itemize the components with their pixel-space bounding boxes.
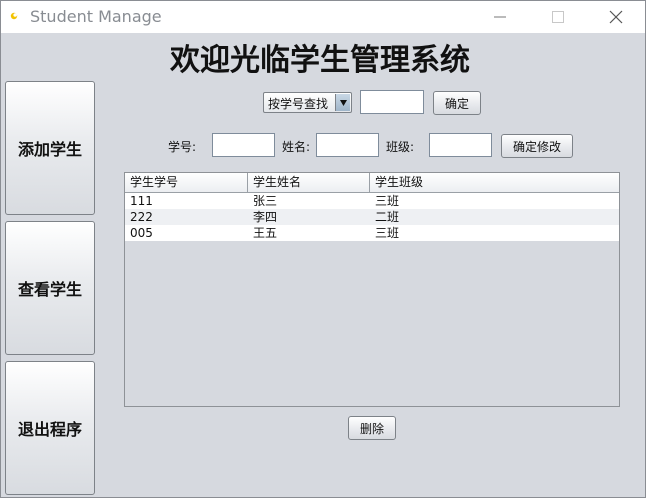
cell-student-name: 张三 bbox=[253, 194, 278, 208]
column-header-class[interactable]: 学生班级 bbox=[370, 173, 619, 193]
cell-student-id: 005 bbox=[130, 226, 153, 240]
search-mode-value: 按学号查找 bbox=[268, 97, 329, 111]
student-id-label: 学号: bbox=[168, 140, 197, 154]
student-table[interactable]: 学生学号 学生姓名 学生班级 111 张三 三班 222 李四 二班 005 王… bbox=[124, 172, 620, 407]
cell-student-class: 三班 bbox=[375, 194, 400, 208]
search-mode-select[interactable]: 按学号查找 bbox=[263, 92, 352, 113]
table-row[interactable]: 005 王五 三班 bbox=[125, 225, 619, 241]
cell-student-class: 二班 bbox=[375, 210, 400, 224]
search-input[interactable] bbox=[360, 90, 424, 114]
cell-student-id: 111 bbox=[130, 194, 153, 208]
student-class-label: 班级: bbox=[386, 140, 415, 154]
close-button[interactable] bbox=[587, 1, 645, 33]
student-id-field[interactable] bbox=[212, 133, 275, 157]
add-student-button[interactable]: 添加学生 bbox=[5, 81, 95, 215]
table-body: 111 张三 三班 222 李四 二班 005 王五 三班 bbox=[125, 193, 619, 241]
view-students-button[interactable]: 查看学生 bbox=[5, 221, 95, 355]
exit-program-button[interactable]: 退出程序 bbox=[5, 361, 95, 495]
java-icon bbox=[10, 12, 18, 20]
cell-student-id: 222 bbox=[130, 210, 153, 224]
table-row[interactable]: 111 张三 三班 bbox=[125, 193, 619, 209]
page-title-text: 欢迎光临学生管理系统 bbox=[170, 43, 470, 78]
delete-button[interactable]: 删除 bbox=[348, 416, 396, 440]
minimize-icon bbox=[494, 16, 506, 18]
column-header-name[interactable]: 学生姓名 bbox=[248, 173, 370, 193]
table-header: 学生学号 学生姓名 学生班级 bbox=[125, 173, 619, 193]
cell-student-name: 王五 bbox=[253, 226, 278, 240]
confirm-edit-button[interactable]: 确定修改 bbox=[501, 134, 573, 158]
search-confirm-button[interactable]: 确定 bbox=[433, 91, 481, 115]
cell-student-name: 李四 bbox=[253, 210, 278, 224]
maximize-button[interactable] bbox=[529, 1, 587, 33]
student-class-field[interactable] bbox=[429, 133, 492, 157]
window-title: Student Manage bbox=[30, 7, 162, 26]
minimize-button[interactable] bbox=[471, 1, 529, 33]
column-header-id[interactable]: 学生学号 bbox=[125, 173, 248, 193]
student-name-label: 姓名: bbox=[282, 140, 311, 154]
cell-student-class: 三班 bbox=[375, 226, 400, 240]
table-row[interactable]: 222 李四 二班 bbox=[125, 209, 619, 225]
title-bar[interactable]: Student Manage bbox=[1, 1, 645, 33]
chevron-down-icon[interactable] bbox=[335, 94, 350, 111]
maximize-icon bbox=[552, 11, 564, 23]
app-window: Student Manage 欢迎光临学生管理系统 添加学生 查看学生 退出程序… bbox=[0, 0, 646, 498]
student-name-field[interactable] bbox=[316, 133, 379, 157]
close-icon bbox=[609, 10, 623, 24]
page-title: 欢迎光临学生管理系统 bbox=[1, 35, 646, 79]
